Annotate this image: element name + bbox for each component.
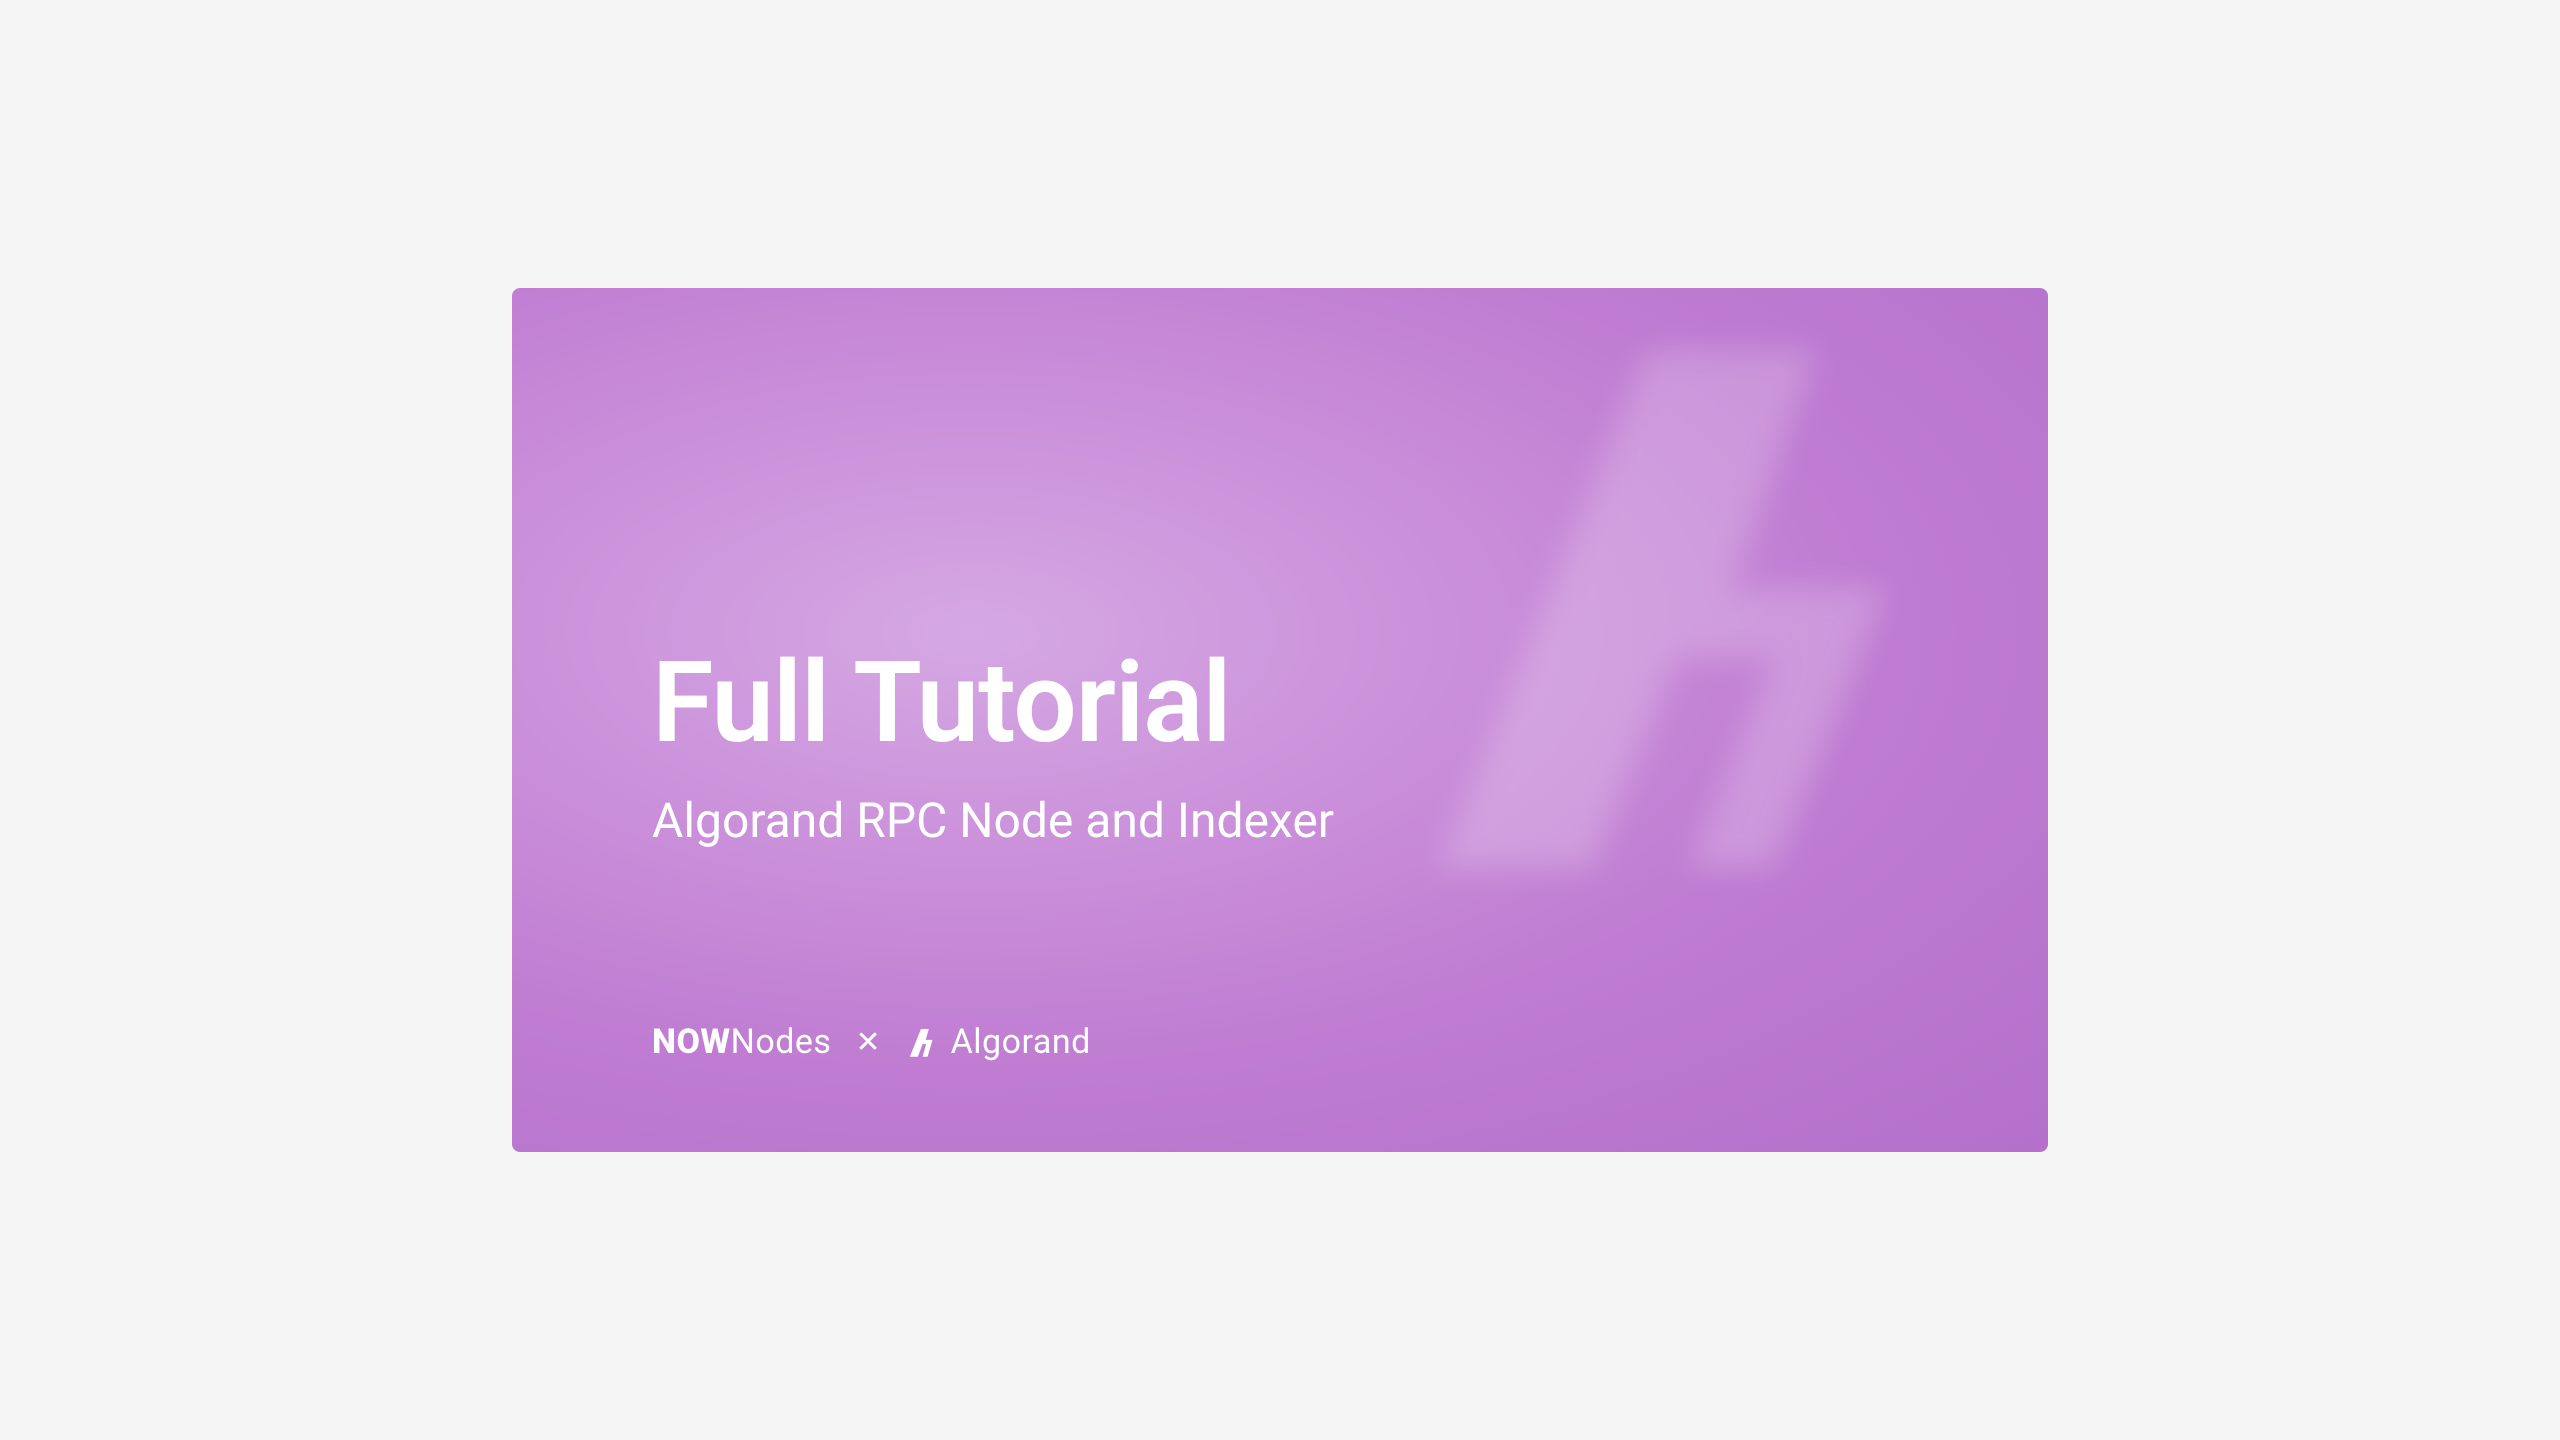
algorand-logo-text: Algorand [951, 1022, 1091, 1062]
algorand-logo: Algorand [905, 1022, 1091, 1062]
nownodes-logo-light: Nodes [731, 1022, 832, 1062]
nownodes-logo: NOWNodes [652, 1022, 831, 1062]
algorand-icon [905, 1024, 941, 1060]
nownodes-logo-bold: NOW [652, 1022, 731, 1062]
main-title: Full Tutorial [652, 648, 1334, 760]
promo-banner: Full Tutorial Algorand RPC Node and Inde… [512, 288, 2048, 1152]
partner-logos: NOWNodes ✕ Algorand [652, 1022, 1091, 1062]
background-algorand-logo [1298, 288, 1998, 938]
subtitle: Algorand RPC Node and Indexer [652, 792, 1334, 849]
text-content: Full Tutorial Algorand RPC Node and Inde… [652, 648, 1334, 849]
separator-icon: ✕ [855, 1025, 880, 1060]
